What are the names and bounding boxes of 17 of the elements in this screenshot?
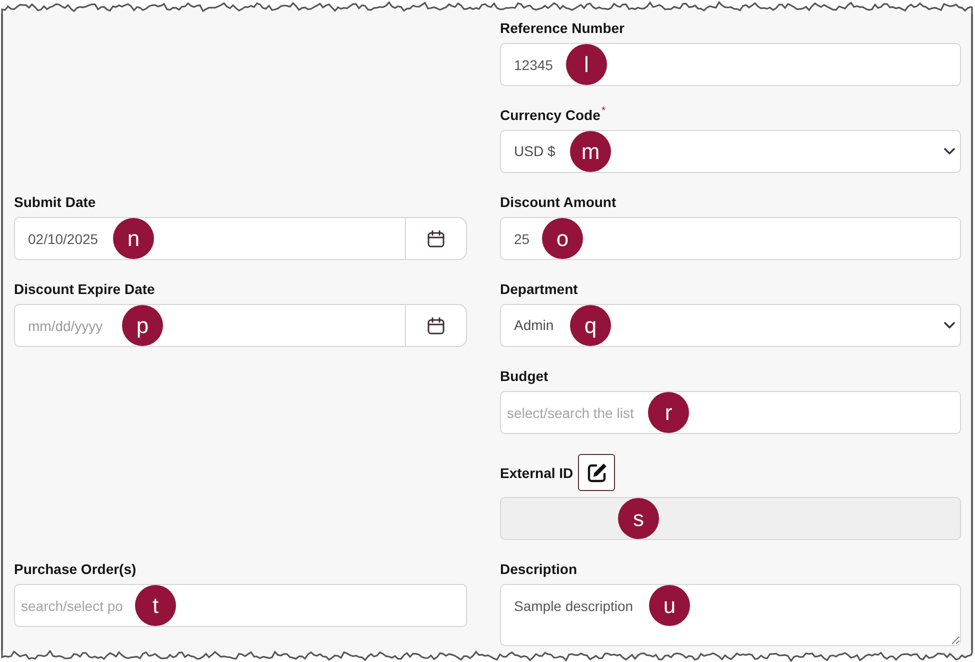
field-label: Submit Date — [14, 193, 96, 211]
required-mark: * — [601, 106, 606, 117]
calendar-icon — [427, 230, 445, 248]
calendar-button[interactable] — [406, 217, 467, 260]
field-label: Description — [500, 560, 578, 578]
field-label: Purchase Order(s) — [14, 560, 136, 578]
field-label: Currency Code — [500, 106, 600, 124]
field-label: Reference Number — [500, 19, 624, 37]
calendar-icon — [427, 316, 445, 334]
calendar-button[interactable] — [406, 304, 467, 347]
chevron-down-icon — [944, 148, 955, 155]
field-label: Budget — [500, 367, 548, 385]
field-label: Department — [500, 280, 578, 298]
field-label: External ID — [500, 464, 574, 482]
chevron-down-icon — [944, 322, 955, 329]
field-label: Discount Amount — [500, 193, 616, 211]
field-label: Discount Expire Date — [14, 280, 155, 298]
